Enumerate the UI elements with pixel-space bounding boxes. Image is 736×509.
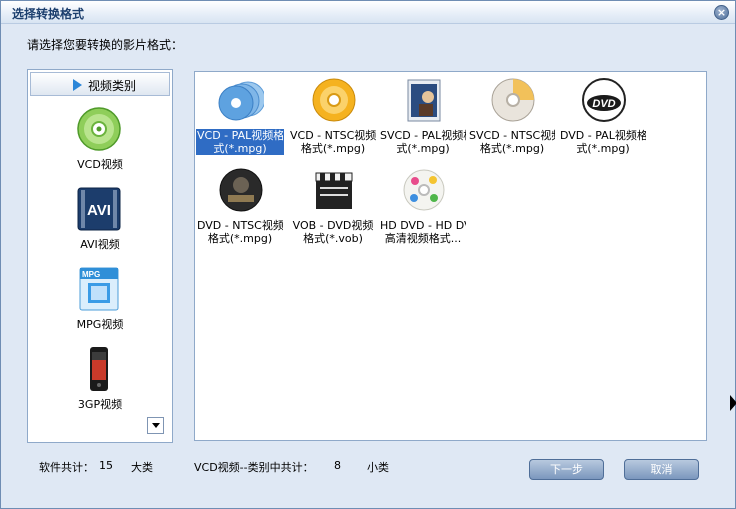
convert-format-dialog: 选择转换格式 × 请选择您要转换的影片格式： 视频类别 VCD视频 AVI AV… bbox=[0, 0, 736, 509]
category-header-label: 视频类别 bbox=[88, 79, 137, 93]
mouse-cursor-icon bbox=[730, 395, 736, 411]
cancel-button[interactable]: 取消 bbox=[624, 459, 699, 480]
format-label: DVD - NTSC视频 格式(*.mpg) bbox=[197, 219, 283, 245]
dvd-pal-disc-icon: DVD bbox=[582, 78, 626, 122]
category-item-3gp[interactable]: 3GP视频 bbox=[28, 346, 172, 420]
scroll-down-button[interactable] bbox=[147, 417, 164, 434]
svg-text:AVI: AVI bbox=[87, 202, 111, 219]
software-total-unit: 大类 bbox=[131, 461, 153, 474]
vcd-ntsc-disc-icon bbox=[312, 78, 356, 122]
hd-dvd-disc-icon bbox=[403, 169, 445, 211]
category-panel: 视频类别 VCD视频 AVI AVI视频 MPG MPG视频 3GP视频 bbox=[27, 69, 173, 443]
next-step-button[interactable]: 下一步 bbox=[529, 459, 604, 480]
svg-text:DVD: DVD bbox=[592, 98, 615, 110]
vob-clapperboard-icon bbox=[315, 172, 353, 209]
vcd-disc-icon bbox=[77, 107, 121, 151]
title-bar: 选择转换格式 × bbox=[1, 1, 735, 24]
instruction-text: 请选择您要转换的影片格式： bbox=[27, 38, 184, 52]
phone-icon bbox=[90, 347, 108, 391]
format-label: VCD - NTSC视频 格式(*.mpg) bbox=[290, 129, 376, 155]
category-item-avi[interactable]: AVI AVI视频 bbox=[28, 186, 172, 260]
format-label: VOB - DVD视频 格式(*.vob) bbox=[292, 219, 374, 245]
category-header[interactable]: 视频类别 bbox=[30, 72, 170, 96]
category-count-unit: 小类 bbox=[367, 461, 389, 474]
software-total-label: 软件共计： bbox=[39, 461, 94, 474]
category-label: AVI视频 bbox=[80, 238, 120, 251]
category-label: VCD视频 bbox=[77, 158, 123, 171]
svcd-ntsc-disc-icon bbox=[491, 78, 535, 122]
dvd-ntsc-witcher-icon bbox=[219, 168, 263, 212]
close-icon[interactable]: × bbox=[714, 5, 729, 20]
svg-text:MPG: MPG bbox=[82, 270, 100, 279]
vcd-pal-discs-icon bbox=[218, 81, 264, 121]
software-total-count: 15 bbox=[99, 459, 113, 472]
format-grid: VCD - PAL视频格 式(*.mpg) VCD - NTSC视频 格式(*.… bbox=[194, 71, 707, 441]
category-item-mpg[interactable]: MPG MPG视频 bbox=[28, 266, 172, 340]
category-count: 8 bbox=[334, 459, 341, 472]
mpg-film-icon: MPG bbox=[79, 267, 119, 311]
format-label: VCD - PAL视频格 式(*.mpg) bbox=[196, 129, 284, 155]
format-label: SVCD - PAL视频格 式(*.mpg) bbox=[380, 129, 466, 155]
format-label: SVCD - NTSC视频 格式(*.mpg) bbox=[469, 129, 555, 155]
category-label: MPG视频 bbox=[76, 318, 124, 331]
category-count-label: VCD视频--类别中共计： bbox=[194, 461, 314, 474]
play-arrow-icon bbox=[73, 79, 82, 91]
avi-film-icon: AVI bbox=[77, 187, 121, 231]
svcd-pal-case-icon bbox=[407, 79, 441, 122]
format-label: DVD - PAL视频格 式(*.mpg) bbox=[560, 129, 646, 155]
category-item-vcd[interactable]: VCD视频 bbox=[28, 106, 172, 180]
dialog-title: 选择转换格式 bbox=[12, 7, 85, 21]
category-label: 3GP视频 bbox=[77, 398, 123, 411]
format-label: HD DVD - HD DVD 高清视频格式... bbox=[380, 219, 466, 245]
